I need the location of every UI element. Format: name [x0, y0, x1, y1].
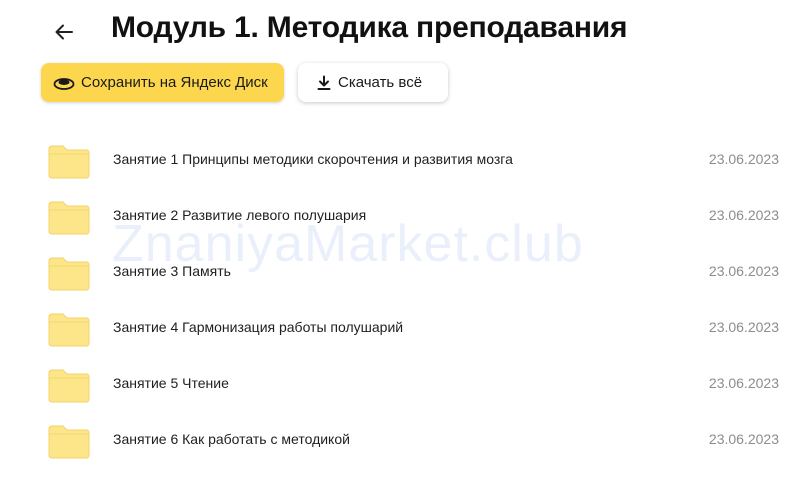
list-item[interactable]: Занятие 3 Память 23.06.2023: [0, 244, 800, 300]
file-list: Занятие 1 Принципы методики скорочтения …: [0, 132, 800, 468]
download-icon: [316, 75, 332, 91]
file-date: 23.06.2023: [708, 263, 779, 279]
folder-icon: [48, 313, 90, 347]
download-all-button[interactable]: Скачать всё: [298, 63, 448, 102]
list-item[interactable]: Занятие 5 Чтение 23.06.2023: [0, 356, 800, 412]
download-button-label: Скачать всё: [338, 74, 423, 91]
file-name: Занятие 5 Чтение: [113, 375, 229, 391]
file-date: 23.06.2023: [708, 319, 779, 335]
folder-icon: [48, 425, 90, 459]
file-date: 23.06.2023: [708, 151, 779, 167]
file-name: Занятие 4 Гармонизация работы полушарий: [113, 319, 404, 335]
file-date: 23.06.2023: [708, 431, 779, 447]
file-date: 23.06.2023: [708, 375, 779, 391]
file-date: 23.06.2023: [708, 207, 779, 223]
list-item[interactable]: Занятие 6 Как работать с методикой 23.06…: [0, 412, 800, 468]
folder-icon: [48, 257, 90, 291]
file-name: Занятие 2 Развитие левого полушария: [113, 207, 367, 223]
back-button[interactable]: [50, 18, 78, 46]
arrow-left-icon: [55, 24, 73, 40]
toolbar: Сохранить на Яндекс Диск Скачать всё: [41, 63, 448, 102]
file-name: Занятие 6 Как работать с методикой: [113, 431, 350, 447]
yandex-disk-icon: [53, 75, 75, 91]
page-title: Модуль 1. Методика преподавания: [111, 11, 628, 44]
list-item[interactable]: Занятие 1 Принципы методики скорочтения …: [0, 132, 800, 188]
folder-icon: [48, 201, 90, 235]
folder-icon: [48, 145, 90, 179]
folder-icon: [48, 369, 90, 403]
save-button-label: Сохранить на Яндекс Диск: [81, 74, 268, 91]
file-name: Занятие 1 Принципы методики скорочтения …: [113, 151, 513, 167]
list-item[interactable]: Занятие 2 Развитие левого полушария 23.0…: [0, 188, 800, 244]
save-to-yandex-disk-button[interactable]: Сохранить на Яндекс Диск: [41, 63, 284, 102]
file-name: Занятие 3 Память: [113, 263, 231, 279]
header: Модуль 1. Методика преподавания: [0, 0, 800, 56]
list-item[interactable]: Занятие 4 Гармонизация работы полушарий …: [0, 300, 800, 356]
